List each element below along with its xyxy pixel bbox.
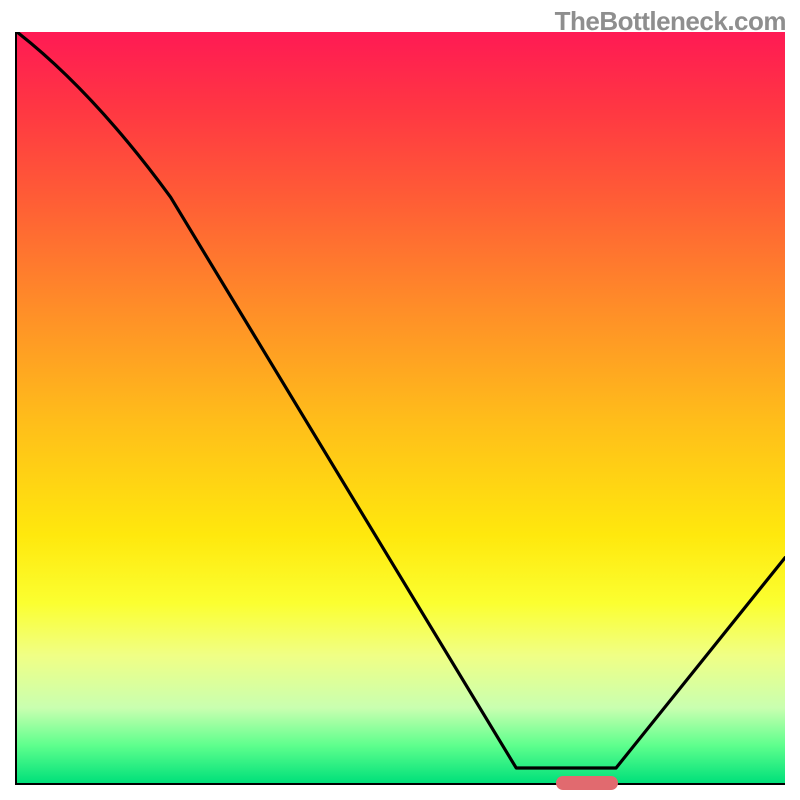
optimal-marker	[556, 776, 618, 790]
curve-path	[17, 32, 785, 768]
bottleneck-curve	[17, 32, 785, 783]
chart-stage: TheBottleneck.com	[0, 0, 800, 800]
plot-area	[15, 32, 785, 785]
